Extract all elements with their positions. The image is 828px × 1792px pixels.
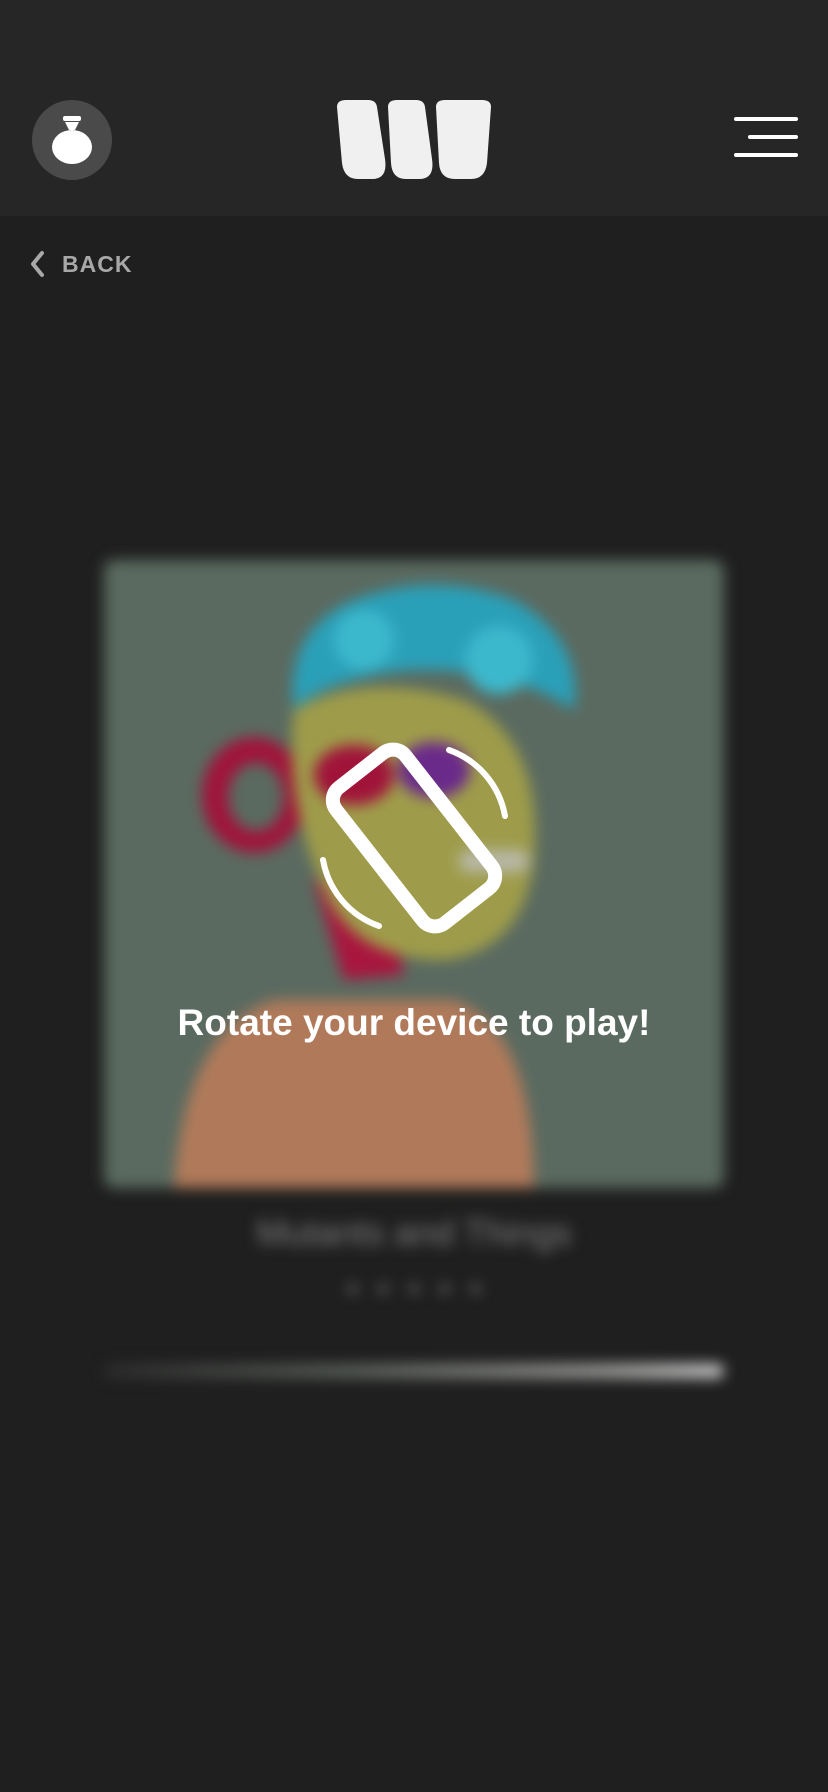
star-icon: ●	[376, 1275, 390, 1300]
back-link[interactable]: BACK	[28, 248, 132, 280]
star-icon: ●	[468, 1275, 482, 1300]
top-bar	[0, 0, 828, 216]
star-rating: ● ● ● ● ●	[346, 1275, 482, 1301]
money-bag-icon	[52, 116, 92, 164]
hamburger-menu-icon[interactable]	[734, 114, 798, 160]
star-icon: ●	[438, 1275, 452, 1300]
star-icon: ●	[346, 1275, 360, 1300]
star-icon: ●	[407, 1275, 421, 1300]
brand-logo[interactable]	[336, 99, 492, 181]
game-title: Mutants and Things	[256, 1212, 572, 1253]
rotate-message: Rotate your device to play!	[177, 1002, 651, 1043]
rotate-device-overlay: Rotate your device to play!	[0, 730, 828, 1060]
back-label: BACK	[62, 250, 133, 277]
wallet-button[interactable]	[32, 100, 112, 180]
rotate-device-icon	[320, 742, 508, 934]
loading-progress-bar	[104, 1364, 724, 1378]
chevron-left-icon	[31, 251, 44, 277]
